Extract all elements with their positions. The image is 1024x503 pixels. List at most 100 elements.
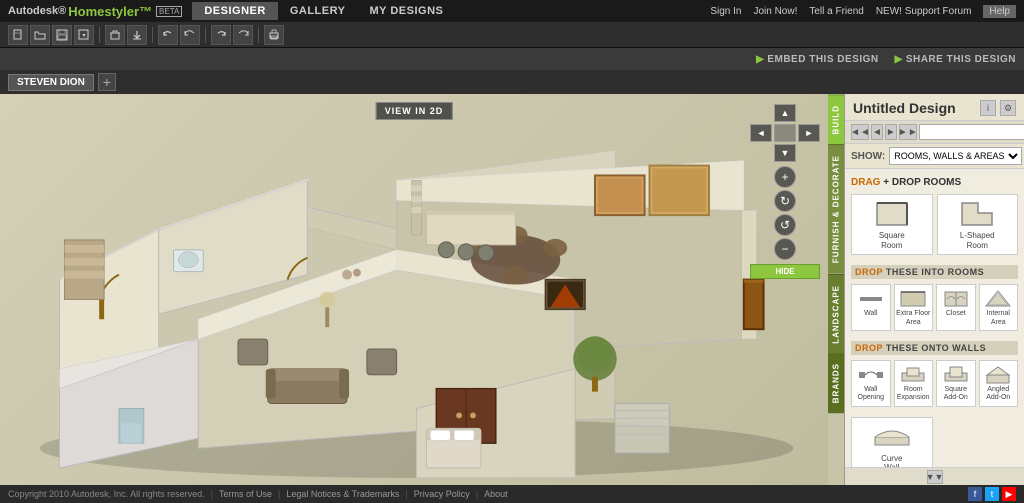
footer-sep4: |	[476, 489, 478, 499]
wall-item[interactable]: Wall	[851, 284, 891, 331]
tab-brands[interactable]: BRANDS	[828, 353, 844, 413]
open-button[interactable]	[30, 25, 50, 45]
search-history-input[interactable]	[919, 124, 1024, 140]
sep4	[258, 27, 259, 43]
tab-mydesigns[interactable]: MY DESIGNS	[357, 2, 455, 20]
settings-panel-button[interactable]: ⚙	[1000, 100, 1016, 116]
forward-button[interactable]: ►►	[899, 124, 917, 140]
support-link[interactable]: NEW! Support Forum	[876, 6, 972, 17]
extra-floor-item[interactable]: Extra FloorArea	[894, 284, 934, 331]
extra-floor-icon	[898, 288, 928, 310]
help-button[interactable]: Help	[983, 5, 1016, 18]
nav-down-button[interactable]: ▼	[774, 144, 796, 162]
hide-button[interactable]: HIDE	[750, 264, 820, 279]
extra-floor-label: Extra FloorArea	[896, 310, 930, 327]
drag-highlight: DRAG	[851, 177, 880, 188]
autodesk-logo: Autodesk®	[8, 5, 66, 17]
user-tab[interactable]: STEVEN DION	[8, 74, 94, 91]
square-addon-item[interactable]: SquareAdd-On	[936, 360, 976, 407]
curve-wall-item[interactable]: CurveWall	[851, 417, 933, 467]
join-link[interactable]: Join Now!	[753, 6, 797, 17]
internal-area-item[interactable]: InternalArea	[979, 284, 1019, 331]
room-expansion-item[interactable]: RoomExpansion	[894, 360, 934, 407]
room-expansion-icon	[898, 364, 928, 386]
floor-plan[interactable]	[0, 94, 828, 485]
info-button[interactable]: i	[980, 100, 996, 116]
youtube-button[interactable]: ▶	[1002, 487, 1016, 501]
save-button[interactable]	[52, 25, 72, 45]
closet-item[interactable]: Closet	[936, 284, 976, 331]
rotate-cw-button[interactable]: ↻	[774, 190, 796, 212]
panel-content: DRAG + DROP ROOMS SquareRoom	[845, 169, 1024, 467]
prev-button[interactable]: ◄	[871, 124, 883, 140]
terms-link[interactable]: Terms of Use	[219, 489, 272, 499]
new-button[interactable]	[8, 25, 28, 45]
tab-designer[interactable]: DESIGNER	[192, 2, 277, 20]
tab-furnish[interactable]: FURNISH & DECORATE	[828, 144, 844, 273]
internal-area-label: InternalArea	[987, 310, 1010, 327]
side-tabs: BUILD FURNISH & DECORATE LANDSCAPE BRAND…	[828, 94, 844, 485]
tab-landscape[interactable]: LANDSCAPE	[828, 274, 844, 354]
history-nav: ◄◄ ◄ ► ►► 🔍	[845, 121, 1024, 144]
top-navigation: Autodesk® Homestyler™ BETA DESIGNER GALL…	[0, 0, 1024, 22]
tab-gallery[interactable]: GALLERY	[278, 2, 358, 20]
delete-button[interactable]	[105, 25, 125, 45]
angled-addon-icon	[983, 364, 1013, 386]
show-select[interactable]: ROOMS, WALLS & AREAS All Rooms Only	[889, 147, 1022, 165]
main-area: VIEW IN 2D ▲ ◄ ► ▼ + ↻ ↺ − HIDE BUI	[0, 94, 1024, 485]
drop-into-rooms-grid: Wall Extra FloorArea	[851, 284, 1018, 331]
embed-label: EMBED THIS DESIGN	[767, 54, 878, 65]
show-label: SHOW:	[851, 151, 885, 162]
undo-button[interactable]	[158, 25, 178, 45]
view-2d-button[interactable]: VIEW IN 2D	[376, 102, 453, 120]
sep3	[205, 27, 206, 43]
wall-icon	[856, 288, 886, 310]
share-design-button[interactable]: ▶ SHARE THIS DESIGN	[895, 54, 1016, 65]
square-addon-label: SquareAdd-On	[944, 386, 968, 403]
facebook-button[interactable]: f	[968, 487, 982, 501]
rotate-ccw-button[interactable]: ↺	[774, 214, 796, 236]
square-room-label: SquareRoom	[879, 231, 905, 250]
canvas-area[interactable]: VIEW IN 2D ▲ ◄ ► ▼ + ↻ ↺ − HIDE	[0, 94, 828, 485]
navigation-controls: ▲ ◄ ► ▼ + ↻ ↺ − HIDE	[750, 104, 820, 279]
redo2-button[interactable]	[233, 25, 253, 45]
panel-next-button[interactable]: ▼▼	[927, 470, 943, 484]
right-panel: Untitled Design i ⚙ ◄◄ ◄ ► ►► 🔍 SHOW: RO…	[844, 94, 1024, 485]
add-design-button[interactable]: +	[98, 73, 116, 91]
download-button[interactable]	[127, 25, 147, 45]
copyright-text: Copyright 2010 Autodesk, Inc. All rights…	[8, 489, 205, 499]
square-room-item[interactable]: SquareRoom	[851, 194, 933, 255]
nav-up-button[interactable]: ▲	[774, 104, 796, 122]
about-link[interactable]: About	[484, 489, 508, 499]
panel-header: Untitled Design i ⚙	[845, 94, 1024, 121]
l-shaped-room-icon	[957, 199, 997, 229]
embed-design-button[interactable]: ▶ EMBED THIS DESIGN	[756, 54, 879, 65]
drop-into-rooms-header: DROP THESE INTO ROOMS	[851, 265, 1018, 279]
wall-opening-item[interactable]: WallOpening	[851, 360, 891, 407]
panel-pagination: ▼▼	[845, 467, 1024, 485]
nav-center	[774, 124, 796, 142]
back-button[interactable]: ◄◄	[851, 124, 869, 140]
next-button[interactable]: ►	[885, 124, 897, 140]
zoom-in-button[interactable]: +	[774, 166, 796, 188]
social-buttons: f t ▶	[968, 487, 1016, 501]
l-shaped-room-item[interactable]: L-ShapedRoom	[937, 194, 1019, 255]
redo-button[interactable]	[211, 25, 231, 45]
saveas-button[interactable]: ▾	[74, 25, 94, 45]
angled-addon-item[interactable]: AngledAdd-On	[979, 360, 1019, 407]
curve-wall-label: CurveWall	[881, 454, 902, 467]
top-right-actions: Sign In Join Now! Tell a Friend NEW! Sup…	[710, 5, 1016, 18]
print-button[interactable]	[264, 25, 284, 45]
tell-friend-link[interactable]: Tell a Friend	[809, 6, 863, 17]
nav-right-button[interactable]: ►	[798, 124, 820, 142]
privacy-link[interactable]: Privacy Policy	[414, 489, 470, 499]
footer-sep3: |	[405, 489, 407, 499]
twitter-button[interactable]: t	[985, 487, 999, 501]
undo2-button[interactable]	[180, 25, 200, 45]
share-icon: ▶	[895, 54, 903, 65]
nav-left-button[interactable]: ◄	[750, 124, 772, 142]
tab-build[interactable]: BUILD	[828, 94, 844, 144]
signin-link[interactable]: Sign In	[710, 6, 741, 17]
zoom-out-button[interactable]: −	[774, 238, 796, 260]
legal-link[interactable]: Legal Notices & Trademarks	[286, 489, 399, 499]
